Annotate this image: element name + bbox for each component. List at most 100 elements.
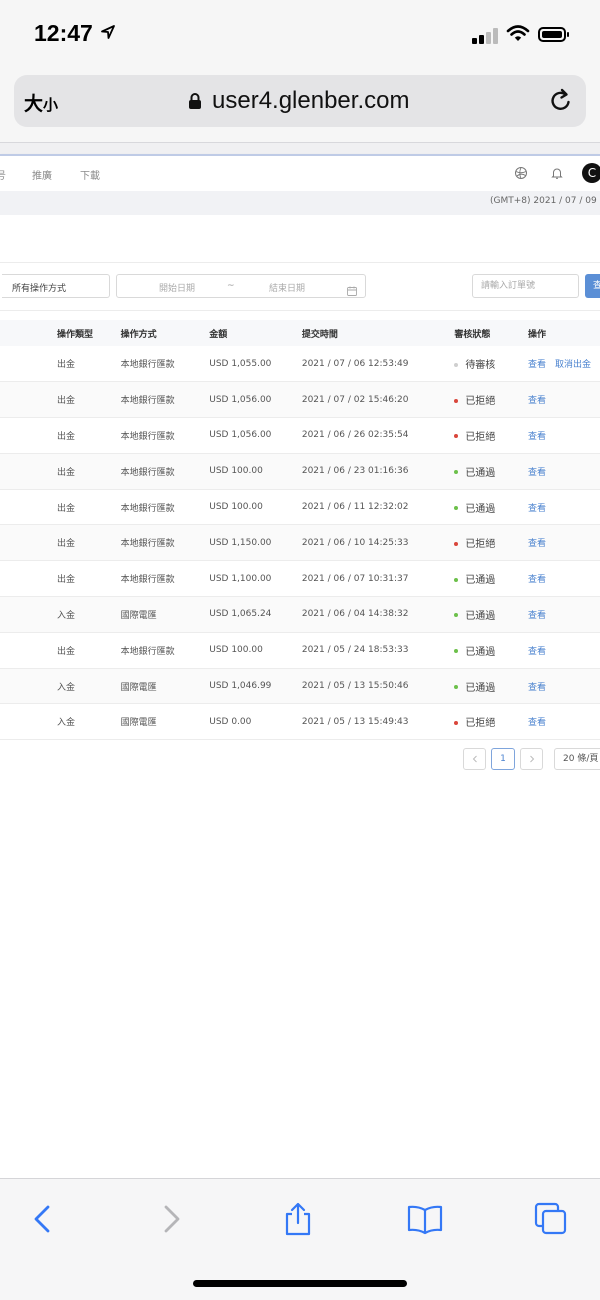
- view-link[interactable]: 查看: [528, 432, 546, 442]
- status-dot: [454, 398, 459, 403]
- status-badge: 已拒絕: [465, 718, 496, 730]
- table-row: 出金 本地銀行匯款 USD 100.00 2021 / 06 / 23 01:16:3…: [0, 453, 600, 490]
- cell-amount: USD 0.00: [209, 716, 252, 727]
- view-link[interactable]: 查看: [528, 504, 546, 514]
- status-dot: [454, 362, 459, 367]
- cell-amount: USD 1,100.00: [209, 573, 272, 584]
- cell-time: 2021 / 07 / 06 12:53:49: [301, 358, 409, 369]
- table-row: 出金 本地銀行匯款 USD 100.00 2021 / 06 / 11 12:32:0…: [0, 489, 600, 525]
- cell-status: 已拒絕: [454, 382, 528, 418]
- cell-actions: 查看: [528, 704, 600, 740]
- cell-status: 已通過: [454, 561, 528, 597]
- status-dot: [454, 470, 459, 475]
- cell-type: 出金: [57, 575, 76, 586]
- address-bar[interactable]: 大小 user4.glenber.com: [14, 75, 586, 127]
- cell-time: 2021 / 06 / 10 14:25:33: [301, 537, 409, 548]
- cell-status: 已通過: [454, 632, 528, 668]
- cell-amount: USD 1,055.00: [209, 358, 272, 369]
- cell-type: 出金: [57, 646, 76, 657]
- text-size-button[interactable]: 大小: [24, 89, 58, 116]
- cell-time: 2021 / 06 / 11 12:32:02: [301, 502, 409, 513]
- status-dot: [454, 506, 459, 511]
- cancel-withdrawal-link[interactable]: 取消出金: [555, 360, 591, 370]
- method-select[interactable]: 所有操作方式: [2, 274, 110, 298]
- bookmarks-icon[interactable]: [407, 1201, 443, 1237]
- cell-method: 本地銀行匯款: [120, 396, 175, 407]
- cell-amount: USD 1,056.00: [209, 394, 272, 405]
- cell-type: 出金: [57, 503, 76, 514]
- globe-icon[interactable]: [514, 165, 528, 179]
- search-button[interactable]: 查: [585, 274, 600, 298]
- cell-amount: USD 100.00: [209, 645, 263, 656]
- timezone-bar: (GMT+8) 2021 / 07 / 09 12:: [0, 191, 600, 215]
- cell-status: 已通過: [454, 668, 528, 704]
- date-range-picker[interactable]: 開始日期 ~ 結束日期: [116, 274, 366, 298]
- reload-icon[interactable]: [548, 87, 574, 115]
- ios-status-bar: 12:47: [0, 0, 600, 70]
- view-link[interactable]: 查看: [528, 575, 546, 585]
- view-link[interactable]: 查看: [528, 539, 546, 549]
- status-badge: 已通過: [465, 610, 496, 622]
- header-action: 操作: [527, 329, 546, 340]
- cell-amount: USD 1,065.24: [209, 609, 272, 620]
- status-badge: 已拒絕: [465, 396, 496, 408]
- view-link[interactable]: 查看: [528, 360, 546, 370]
- cell-actions: 查看: [528, 418, 600, 454]
- status-dot: [454, 649, 459, 654]
- tabs-icon[interactable]: [533, 1201, 569, 1237]
- cell-method: 本地銀行匯款: [120, 539, 175, 550]
- order-number-input[interactable]: [472, 274, 579, 298]
- avatar[interactable]: C: [582, 163, 600, 183]
- calendar-icon: [347, 281, 357, 296]
- table-row: 入金 國際電匯 USD 0.00 2021 / 05 / 13 15:49:43 已拒絕…: [0, 704, 600, 740]
- back-icon[interactable]: [26, 1201, 62, 1237]
- status-badge: 已通過: [465, 646, 496, 658]
- chevron-left-icon: [472, 755, 477, 763]
- table-row: 出金 本地銀行匯款 USD 1,056.00 2021 / 07 / 02 15:46…: [0, 381, 600, 418]
- bell-icon[interactable]: [550, 165, 564, 179]
- next-page-button[interactable]: [520, 748, 543, 770]
- cell-actions: 查看: [528, 632, 600, 668]
- cell-actions: 查看: [528, 489, 600, 525]
- share-icon[interactable]: [280, 1201, 316, 1237]
- start-date-input[interactable]: 開始日期: [159, 281, 195, 294]
- view-link[interactable]: 查看: [528, 647, 546, 657]
- nav-item-promotion[interactable]: 推廣: [32, 167, 52, 182]
- cell-method: 本地銀行匯款: [120, 646, 175, 657]
- view-link[interactable]: 查看: [528, 718, 546, 728]
- status-badge: 待審核: [465, 360, 496, 372]
- cell-amount: USD 100.00: [209, 502, 263, 513]
- cell-actions: 查看: [528, 668, 600, 704]
- header-amount: 金額: [209, 329, 228, 340]
- view-link[interactable]: 查看: [528, 683, 546, 693]
- nav-item-account[interactable]: 号: [0, 167, 6, 182]
- cell-status: 已拒絕: [454, 525, 528, 561]
- cell-time: 2021 / 05 / 24 18:53:33: [301, 645, 409, 656]
- cell-method: 國際電匯: [120, 718, 157, 729]
- cell-amount: USD 1,150.00: [209, 537, 272, 548]
- prev-page-button[interactable]: [463, 748, 486, 770]
- view-link[interactable]: 查看: [528, 396, 546, 406]
- view-link[interactable]: 查看: [528, 611, 546, 621]
- view-link[interactable]: 查看: [528, 468, 546, 478]
- wifi-icon: [506, 24, 530, 44]
- page-size-select[interactable]: 20 條/頁: [554, 748, 600, 770]
- cell-method: 本地銀行匯款: [120, 431, 175, 442]
- status-badge: 已拒絕: [465, 539, 496, 551]
- records-table: 操作類型 操作方式 金額 提交時間 審核狀態 操作 出金 本地銀行匯款 USD 1,…: [0, 320, 600, 740]
- cell-time: 2021 / 06 / 04 14:38:32: [301, 609, 409, 620]
- cell-type: 入金: [57, 610, 76, 621]
- header-status: 審核狀態: [454, 329, 491, 340]
- end-date-input[interactable]: 結束日期: [269, 281, 305, 294]
- table-row: 入金 國際電匯 USD 1,065.24 2021 / 06 / 04 14:38:3…: [0, 596, 600, 633]
- forward-icon[interactable]: [154, 1201, 190, 1237]
- page-number-button[interactable]: 1: [491, 748, 515, 770]
- cell-actions: 查看: [528, 525, 600, 561]
- table-row: 出金 本地銀行匯款 USD 1,100.00 2021 / 06 / 07 10:31…: [0, 561, 600, 597]
- status-badge: 已通過: [465, 503, 496, 515]
- cell-amount: USD 1,046.99: [209, 681, 272, 692]
- url-text[interactable]: user4.glenber.com: [212, 87, 409, 115]
- nav-item-download[interactable]: 下載: [80, 167, 100, 182]
- cell-method: 本地銀行匯款: [120, 503, 175, 514]
- browser-address-bar-area: 大小 user4.glenber.com: [0, 70, 600, 142]
